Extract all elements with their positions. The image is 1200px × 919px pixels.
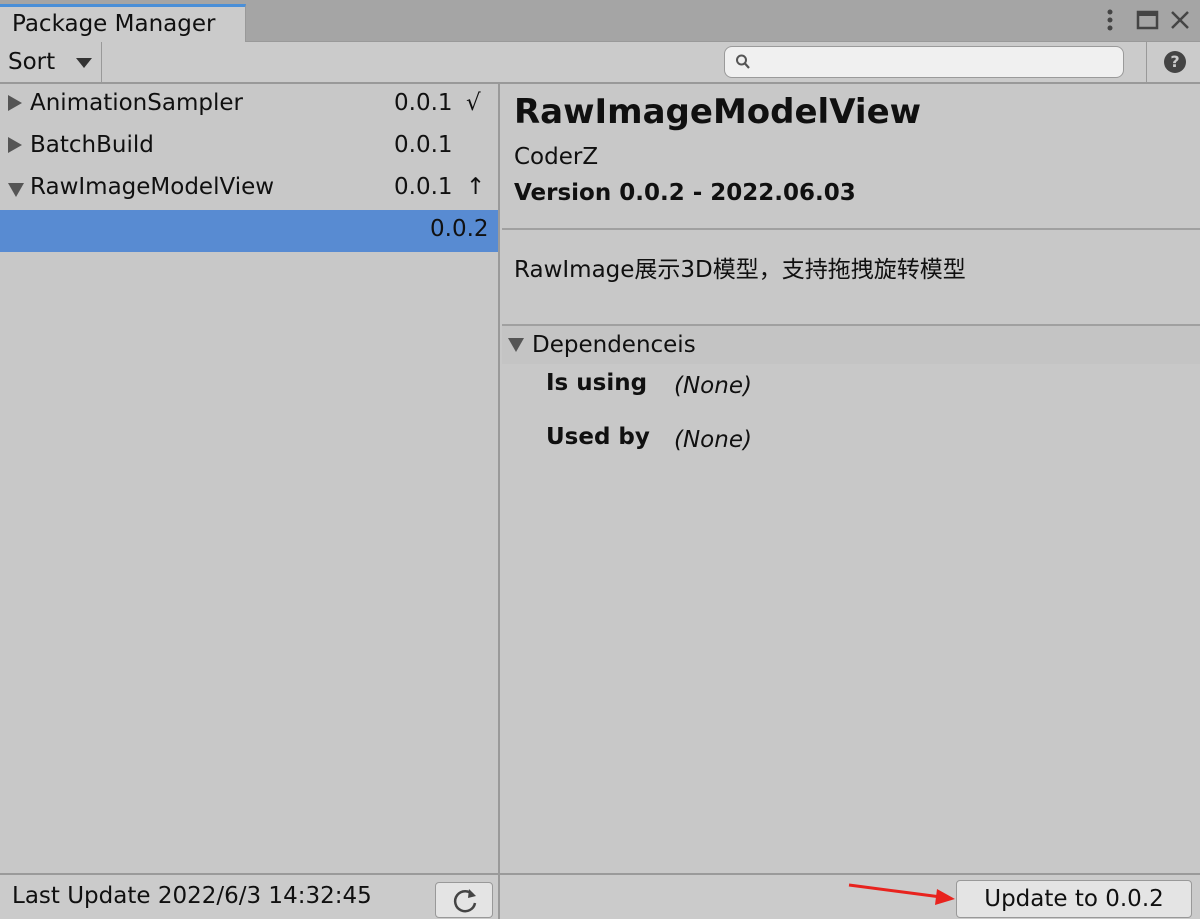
used-by-label: Used by [546,424,650,450]
package-version: 0.0.2 [430,216,489,242]
dependencies-header: Dependenceis [532,332,696,358]
package-details: RawImageModelView CoderZ Version 0.0.2 -… [502,84,1200,873]
expand-arrow-icon[interactable] [8,95,22,111]
update-button[interactable]: Update to 0.0.2 [956,880,1192,918]
sort-label: Sort [8,49,56,75]
sort-dropdown[interactable]: Sort [0,42,102,82]
package-version: 0.0.1 [394,90,453,116]
is-using-label: Is using [546,370,648,396]
refresh-icon [453,889,477,913]
toolbar: Sort ? [0,42,1200,84]
package-title: RawImageModelView [514,92,922,132]
collapse-arrow-icon[interactable] [8,183,24,197]
update-available-icon: ↑ [466,174,486,200]
search-input[interactable] [724,46,1124,78]
package-row-batchbuild[interactable]: BatchBuild 0.0.1 [0,126,498,168]
search-icon [736,54,750,69]
annotation-arrow-icon [848,883,955,905]
maximize-icon[interactable] [1136,6,1160,40]
help-icon: ? [1164,51,1186,73]
refresh-button[interactable] [435,882,493,918]
dependencies-foldout[interactable]: Dependenceis [502,326,1200,364]
package-name: AnimationSampler [30,90,243,116]
installed-check-icon: √ [466,90,481,116]
tab-package-manager[interactable]: Package Manager [0,4,246,42]
package-version: 0.0.1 [394,174,453,200]
package-description: RawImage展示3D模型，支持拖拽旋转模型 [514,257,966,283]
package-row-rawimagemodelview[interactable]: RawImageModelView 0.0.1 ↑ [0,168,498,210]
divider [502,228,1200,230]
package-list: AnimationSampler 0.0.1 √ BatchBuild 0.0.… [0,84,500,873]
version-row-selected[interactable]: 0.0.2 [0,210,498,252]
package-row-animationsampler[interactable]: AnimationSampler 0.0.1 √ [0,84,498,126]
expand-arrow-icon[interactable] [8,137,22,153]
used-by-value: (None) [674,427,752,453]
help-button[interactable]: ? [1146,42,1200,82]
package-name: BatchBuild [30,132,154,158]
last-update-text: Last Update 2022/6/3 14:32:45 [12,883,372,909]
tab-bar: Package Manager [0,0,1200,42]
package-author: CoderZ [514,144,599,170]
is-using-value: (None) [674,373,752,399]
close-icon[interactable] [1168,6,1192,40]
package-version: 0.0.1 [394,132,453,158]
chevron-down-icon [76,58,92,68]
package-version-line: Version 0.0.2 - 2022.06.03 [514,180,856,206]
right-footer: Update to 0.0.2 [500,873,1200,919]
kebab-icon[interactable] [1102,6,1118,40]
left-footer: Last Update 2022/6/3 14:32:45 [0,873,500,919]
package-name: RawImageModelView [30,174,275,200]
collapse-arrow-icon [508,338,524,352]
